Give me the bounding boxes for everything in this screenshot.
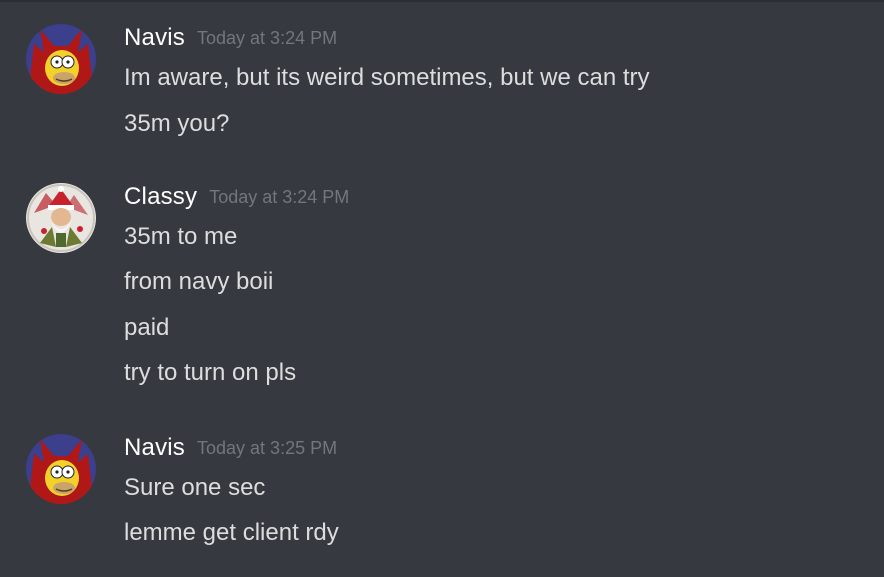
message-text: Sure one sec [124,474,266,501]
message-header: Navis Today at 3:24 PM [124,24,337,52]
timestamp: Today at 3:25 PM [197,438,338,458]
message-text: paid [124,314,170,341]
message-text: lemme get client rdy [124,519,339,546]
timestamp: Today at 3:24 PM [197,28,338,48]
avatar[interactable] [26,24,96,94]
message-header: Classy Today at 3:24 PM [124,183,349,211]
homer-devil-avatar-icon [26,434,96,504]
username[interactable]: Classy [124,183,197,210]
message-text: from navy boii [124,268,274,295]
chat-messages-area: Navis Today at 3:24 PM Im aware, but its … [0,0,884,577]
message-text: Im aware, but its weird sometimes, but w… [124,64,650,91]
avatar[interactable] [26,183,96,253]
username[interactable]: Navis [124,434,185,461]
avatar[interactable] [26,434,96,504]
timestamp: Today at 3:24 PM [209,187,350,207]
message-text: try to turn on pls [124,359,297,386]
santa-avatar-icon [26,183,96,253]
message-text: 35m to me [124,223,238,250]
message-text: 35m you? [124,110,230,137]
homer-devil-avatar-icon [26,24,96,94]
username[interactable]: Navis [124,24,185,51]
message-header: Navis Today at 3:25 PM [124,434,337,462]
